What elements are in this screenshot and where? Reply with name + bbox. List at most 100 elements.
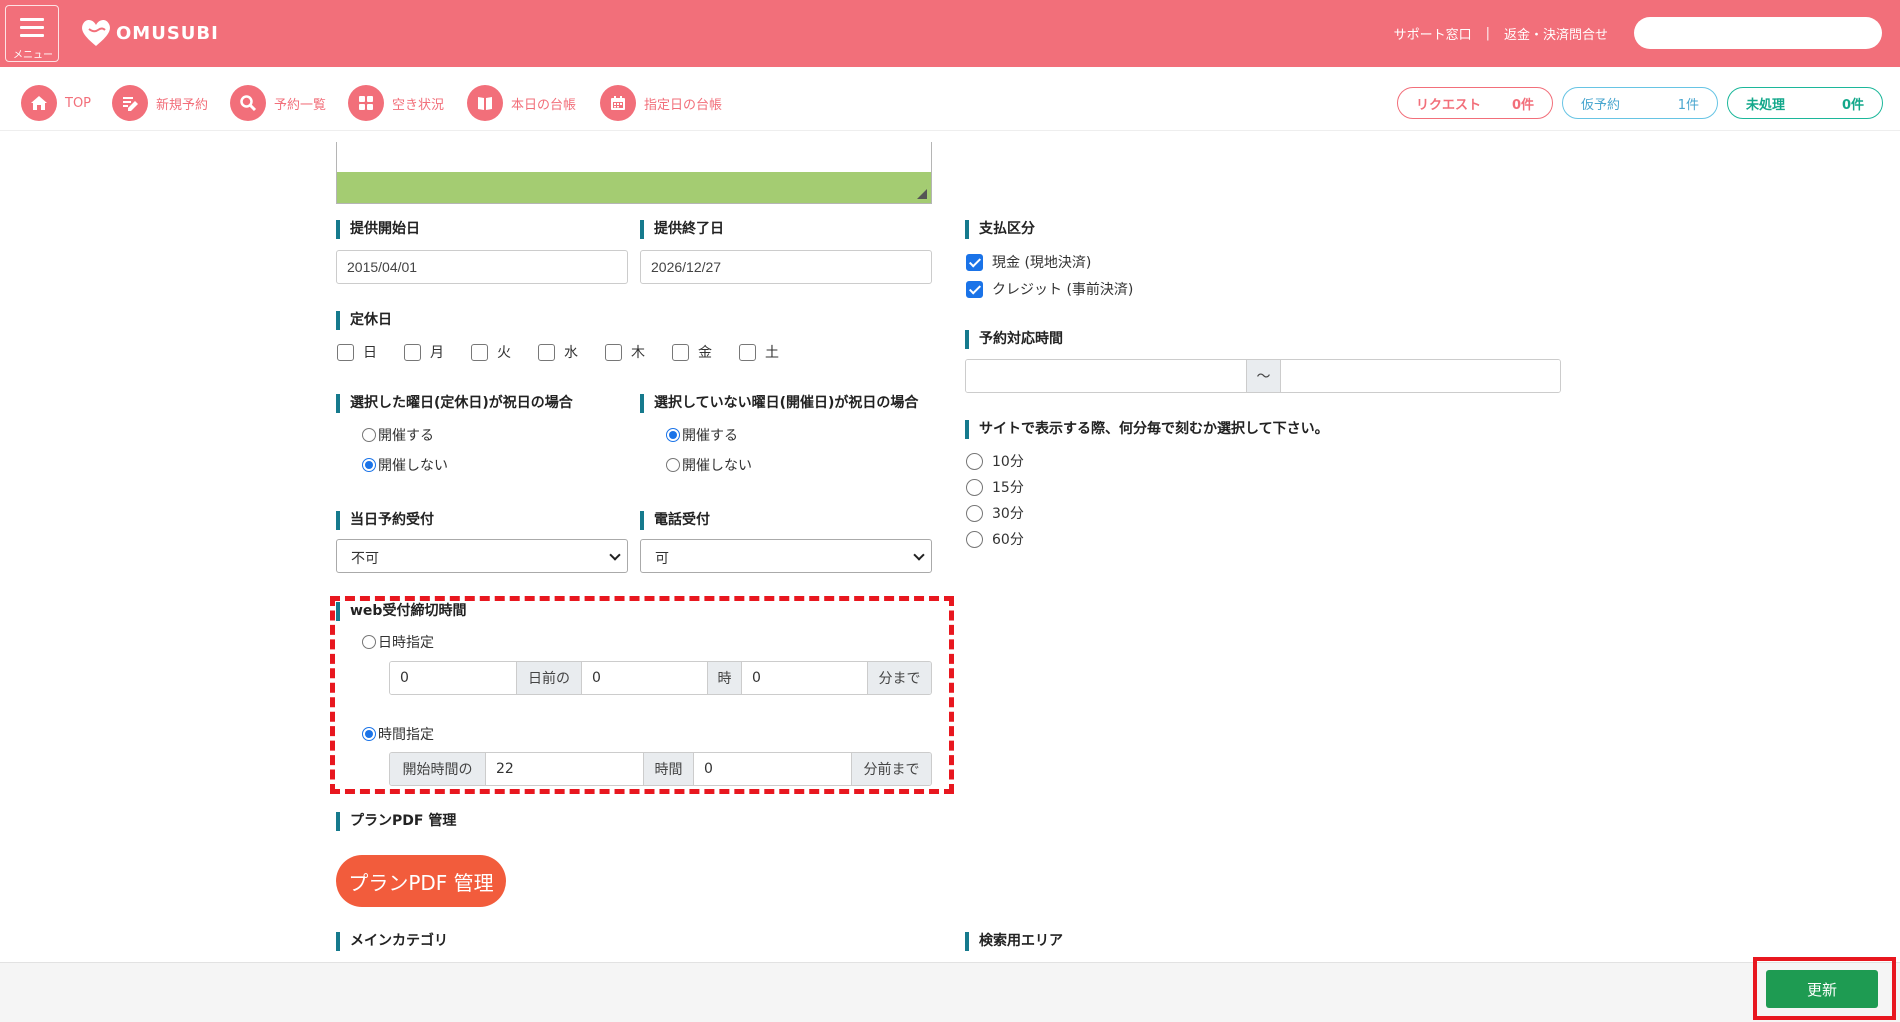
end-date-label: 提供終了日 bbox=[640, 220, 724, 239]
deadline-minutes-input[interactable]: 0 bbox=[694, 753, 852, 785]
minute-suffix: 分まで bbox=[868, 662, 931, 694]
reservation-hours-group: 〜 bbox=[965, 359, 1561, 393]
closed-day-sun[interactable]: 日 bbox=[337, 342, 377, 362]
closed-day-tue[interactable]: 火 bbox=[471, 342, 511, 362]
day-label: 火 bbox=[497, 345, 511, 361]
radio-icon[interactable] bbox=[966, 504, 983, 522]
radio-icon[interactable] bbox=[966, 478, 983, 496]
day-label: 金 bbox=[698, 345, 712, 361]
closed-day-sat[interactable]: 土 bbox=[739, 342, 779, 362]
closed-holiday-closed-radio[interactable]: 開催しない bbox=[362, 455, 448, 475]
checkbox-checked-icon[interactable] bbox=[966, 253, 983, 271]
top-links: サポート窓口 | 返金・決済問合せ bbox=[1394, 24, 1608, 43]
grid-icon bbox=[348, 85, 384, 121]
support-link[interactable]: サポート窓口 bbox=[1394, 24, 1472, 43]
closed-day-thu[interactable]: 木 bbox=[605, 342, 645, 362]
radio-selected-icon[interactable] bbox=[666, 428, 680, 442]
chevron-down-icon bbox=[913, 549, 925, 561]
radio-label: 60分 bbox=[992, 532, 1024, 548]
refund-inquiry-link[interactable]: 返金・決済問合せ bbox=[1504, 24, 1608, 43]
checkbox-checked-icon[interactable] bbox=[966, 280, 983, 298]
day-label: 日 bbox=[363, 345, 377, 361]
nav-bar: TOP 新規予約 予約一覧 空き状況 本日の台帳 指定日の台帳 リクエスト 0件 bbox=[0, 67, 1900, 131]
deadline-time-radio[interactable]: 時間指定 bbox=[362, 724, 434, 744]
same-day-select[interactable]: 不可 bbox=[336, 539, 628, 573]
nav-item-new-reservation[interactable]: 新規予約 bbox=[112, 85, 208, 121]
interval-60-radio[interactable]: 60分 bbox=[966, 529, 1024, 549]
provisional-label: 仮予約 bbox=[1581, 97, 1621, 113]
minutes-suffix: 分前まで bbox=[852, 753, 931, 785]
provisional-count: 1件 bbox=[1677, 97, 1699, 113]
checkbox-icon[interactable] bbox=[404, 343, 421, 361]
checkbox-icon[interactable] bbox=[605, 343, 622, 361]
payment-credit-checkbox[interactable]: クレジット (事前決済) bbox=[966, 279, 1133, 299]
nav-item-availability[interactable]: 空き状況 bbox=[348, 85, 444, 121]
closed-day-mon[interactable]: 月 bbox=[404, 342, 444, 362]
link-separator: | bbox=[1485, 26, 1490, 41]
deadline-minute-input[interactable]: 0 bbox=[742, 662, 868, 694]
nav-item-reservation-list[interactable]: 予約一覧 bbox=[230, 85, 326, 121]
day-label: 木 bbox=[631, 345, 645, 361]
start-date-input[interactable] bbox=[336, 250, 628, 284]
open-holiday-open-radio[interactable]: 開催する bbox=[666, 425, 738, 445]
end-date-input[interactable] bbox=[640, 250, 932, 284]
open-holiday-closed-radio[interactable]: 開催しない bbox=[666, 455, 752, 475]
radio-icon[interactable] bbox=[966, 530, 983, 548]
checkbox-icon[interactable] bbox=[672, 343, 689, 361]
deadline-hour-input[interactable]: 0 bbox=[582, 662, 708, 694]
menu-button[interactable]: メニュー bbox=[5, 5, 59, 62]
reservation-hours-to-input[interactable] bbox=[1281, 360, 1560, 392]
deadline-days-input[interactable]: 0 bbox=[390, 662, 517, 694]
heart-hands-icon bbox=[82, 19, 110, 46]
radio-selected-icon[interactable] bbox=[362, 458, 376, 472]
reservation-hours-label: 予約対応時間 bbox=[965, 330, 1063, 349]
interval-30-radio[interactable]: 30分 bbox=[966, 503, 1024, 523]
closed-day-fri[interactable]: 金 bbox=[672, 342, 712, 362]
phone-select[interactable]: 可 bbox=[640, 539, 932, 573]
checkbox-icon[interactable] bbox=[538, 343, 555, 361]
interval-15-radio[interactable]: 15分 bbox=[966, 477, 1024, 497]
start-date-label: 提供開始日 bbox=[336, 220, 420, 239]
radio-selected-icon[interactable] bbox=[362, 727, 376, 741]
nav-item-date-ledger[interactable]: 指定日の台帳 bbox=[600, 85, 722, 121]
same-day-value: 不可 bbox=[351, 551, 379, 567]
calendar-icon bbox=[600, 85, 636, 121]
logo-text: OMUSUBI bbox=[116, 22, 219, 44]
nav-item-todays-ledger[interactable]: 本日の台帳 bbox=[467, 85, 576, 121]
omusubi-logo[interactable]: OMUSUBI bbox=[80, 18, 219, 48]
radio-icon[interactable] bbox=[362, 428, 376, 442]
checkbox-icon[interactable] bbox=[471, 343, 488, 361]
reservation-hours-from-input[interactable] bbox=[966, 360, 1247, 392]
unprocessed-counter-pill[interactable]: 未処理 0件 bbox=[1727, 87, 1883, 119]
nav-label-new-reservation: 新規予約 bbox=[156, 97, 209, 113]
checkbox-icon[interactable] bbox=[739, 343, 756, 361]
update-button[interactable]: 更新 bbox=[1766, 970, 1878, 1008]
nav-label-top: TOP bbox=[65, 95, 92, 111]
closed-holiday-open-radio[interactable]: 開催する bbox=[362, 425, 434, 445]
provisional-counter-pill[interactable]: 仮予約 1件 bbox=[1562, 87, 1718, 119]
payment-type-label: 支払区分 bbox=[965, 220, 1035, 239]
checkbox-icon[interactable] bbox=[337, 343, 354, 361]
home-icon bbox=[21, 85, 57, 121]
edit-icon bbox=[112, 85, 148, 121]
request-counter-pill[interactable]: リクエスト 0件 bbox=[1397, 87, 1553, 119]
radio-label: 開催しない bbox=[682, 458, 752, 474]
web-deadline-label: web受付締切時間 bbox=[336, 602, 466, 621]
range-separator: 〜 bbox=[1247, 360, 1281, 392]
radio-icon[interactable] bbox=[666, 458, 680, 472]
resizable-textarea[interactable] bbox=[336, 142, 932, 204]
interval-10-radio[interactable]: 10分 bbox=[966, 451, 1024, 471]
request-count: 0件 bbox=[1511, 97, 1534, 113]
deadline-date-radio[interactable]: 日時指定 bbox=[362, 632, 434, 652]
radio-icon[interactable] bbox=[966, 452, 983, 470]
plan-pdf-button[interactable]: プランPDF 管理 bbox=[336, 855, 506, 907]
open-holiday-label: 選択していない曜日(開催日)が祝日の場合 bbox=[640, 394, 918, 413]
nav-item-top[interactable]: TOP bbox=[21, 85, 91, 121]
closed-day-wed[interactable]: 水 bbox=[538, 342, 578, 362]
search-icon bbox=[230, 85, 266, 121]
payment-cash-checkbox[interactable]: 現金 (現地決済) bbox=[966, 252, 1091, 272]
radio-icon[interactable] bbox=[362, 635, 376, 649]
header-search-input[interactable] bbox=[1634, 17, 1882, 49]
deadline-hours-input[interactable]: 22 bbox=[486, 753, 644, 785]
resize-grip-icon[interactable] bbox=[917, 189, 927, 199]
